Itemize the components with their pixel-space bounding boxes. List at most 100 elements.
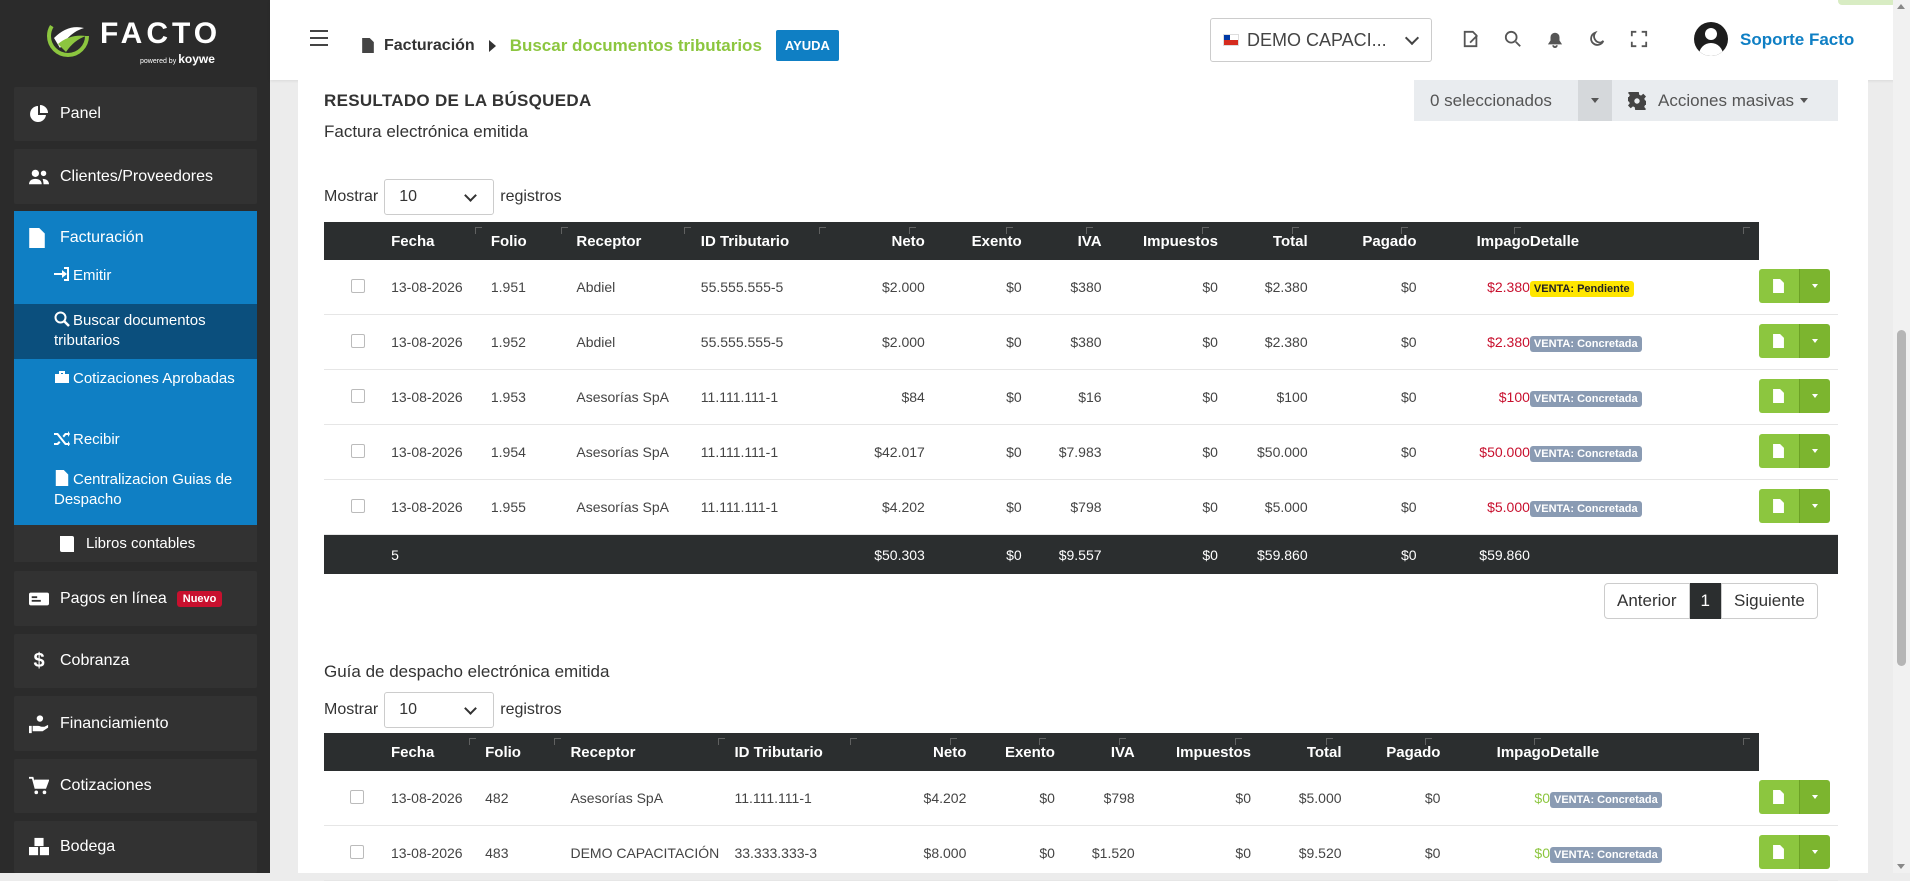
column-header[interactable]: IVA [1021,222,1102,260]
column-header[interactable]: Folio [485,733,571,771]
cell-iva: $798 [1054,771,1135,826]
moon-icon[interactable] [1588,30,1608,50]
show-label: Mostrar [324,188,379,205]
caret-down-icon[interactable] [1578,80,1612,121]
row-checkbox[interactable] [350,278,365,293]
cell-imp: $0 [1101,369,1218,425]
sidebar-item-pagos[interactable]: Pagos en línea Nuevo [14,571,257,626]
sidebar-item-clientes[interactable]: Clientes/Proveedores [14,149,257,204]
cell-id: 55.555.555-5 [700,260,836,315]
show-label: Mostrar [324,701,379,718]
row-checkbox[interactable] [350,388,365,403]
column-header[interactable]: IVA [1054,733,1135,771]
column-header[interactable]: Detalle [1550,733,1759,771]
actions-dropdown-button[interactable] [1799,268,1830,303]
sidebar-item-bodega[interactable]: Bodega [14,821,257,873]
column-header[interactable]: Impago [1416,222,1530,260]
column-header[interactable]: Receptor [576,222,701,260]
brand-logo[interactable]: FACTO powered by koywe [0,0,270,80]
column-header[interactable]: Fecha [391,222,491,260]
search-icon[interactable] [1504,30,1524,50]
subitem-label: Centralizacion Guias de Despacho [54,471,233,508]
sidebar-item-cobranza[interactable]: $ Cobranza [14,634,257,688]
column-header[interactable]: Exento [924,222,1022,260]
sort-icon [1085,227,1093,234]
breadcrumb-facturacion[interactable]: Facturación [384,37,475,55]
sidebar-item-facturacion[interactable]: Facturación [28,228,144,248]
sidebar-subitem-cotizaciones-aprobadas[interactable]: Cotizaciones Aprobadas [14,369,257,413]
sidebar-item-panel[interactable]: Panel [14,87,257,141]
view-document-button[interactable] [1759,834,1799,869]
cell-total: $2.380 [1217,314,1308,370]
sidebar-item-financiamiento[interactable]: Financiamiento [14,696,257,751]
avatar[interactable] [1694,22,1728,56]
row-checkbox[interactable] [350,789,365,804]
user-name[interactable]: Soporte Facto [1740,30,1854,50]
file-icon [1773,498,1784,513]
signature-icon[interactable] [1462,30,1482,50]
row-checkbox[interactable] [350,498,365,513]
column-header[interactable]: ID Tributario [734,733,866,771]
view-document-button[interactable] [1759,488,1799,523]
sort-icon [1742,227,1750,234]
company-select[interactable]: DEMO CAPACI... [1210,18,1432,62]
prev-page-button[interactable]: Anterior [1604,583,1690,619]
view-document-button[interactable] [1759,378,1799,413]
actions-dropdown-button[interactable] [1799,323,1830,358]
actions-dropdown-button[interactable] [1799,488,1830,523]
row-checkbox[interactable] [350,844,365,859]
column-header[interactable]: Exento [966,733,1055,771]
row-checkbox[interactable] [350,443,365,458]
column-header[interactable]: Fecha [390,733,486,771]
hamburger-menu-icon[interactable] [310,30,328,46]
sidebar-item-label: Cobranza [60,652,130,669]
sidebar-subitem-centralizacion[interactable]: Centralizacion Guias de Despacho [14,470,257,514]
column-header[interactable]: Pagado [1341,733,1441,771]
length-select[interactable]: 10 [384,179,495,215]
next-page-button[interactable]: Siguiente [1721,583,1818,619]
column-header[interactable]: Impuestos [1101,222,1218,260]
column-header[interactable]: Folio [490,222,577,260]
sidebar-subitem-emitir[interactable]: Emitir [14,266,257,290]
cell-iva: $16 [1021,369,1102,425]
view-document-button[interactable] [1759,323,1799,358]
actions-dropdown-button[interactable] [1799,834,1830,869]
cell-imp: $0 [1101,424,1218,480]
cell-exento: $0 [924,424,1022,480]
column-header[interactable]: Receptor [570,733,735,771]
file-icon [1773,333,1784,348]
column-header[interactable]: Total [1251,733,1342,771]
column-header[interactable]: ID Tributario [700,222,836,260]
sidebar-subitem-recibir[interactable]: Recibir [14,430,257,454]
column-header[interactable]: Neto [865,733,967,771]
sort-icon [1118,738,1126,745]
page-scrollbar[interactable] [1893,0,1910,873]
status-badge: VENTA: Concretada [1550,847,1662,863]
bell-icon[interactable] [1546,30,1566,50]
fullscreen-icon[interactable] [1630,30,1650,50]
column-header[interactable]: Total [1217,222,1308,260]
column-header[interactable]: Pagado [1307,222,1417,260]
selected-count-button[interactable]: 0 seleccionados [1414,80,1578,121]
column-header[interactable]: Impago [1440,733,1550,771]
sidebar-subitem-buscar[interactable]: Buscar documentos tributarios [14,304,257,359]
actions-dropdown-button[interactable] [1799,378,1830,413]
column-header[interactable]: Detalle [1529,222,1759,260]
view-document-button[interactable] [1759,268,1799,303]
column-header[interactable]: Neto [835,222,925,260]
cell-impago: $5.000 [1416,479,1530,535]
column-header[interactable]: Impuestos [1134,733,1251,771]
actions-dropdown-button[interactable] [1799,779,1830,814]
length-select[interactable]: 10 [384,692,495,728]
sidebar-item-cotizaciones[interactable]: Cotizaciones [14,759,257,813]
page-1-button[interactable]: 1 [1689,583,1721,619]
bulk-actions-button[interactable]: Acciones masivas [1612,80,1838,121]
sort-icon [850,738,858,745]
row-checkbox[interactable] [350,333,365,348]
cell-fecha: 13-08-2026 [391,424,491,480]
actions-dropdown-button[interactable] [1799,433,1830,468]
view-document-button[interactable] [1759,433,1799,468]
sidebar-subitem-libros[interactable]: Libros contables [14,525,257,562]
help-button[interactable]: AYUDA [775,30,839,61]
view-document-button[interactable] [1759,779,1799,814]
